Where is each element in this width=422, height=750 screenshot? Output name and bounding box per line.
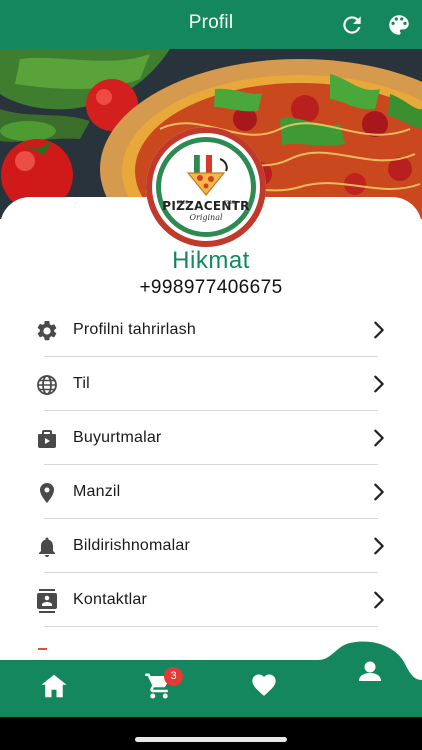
profile-menu: Profilni tahrirlash Til Buyurtmalar Manz…: [0, 303, 422, 627]
menu-label: Kontaktlar: [73, 591, 148, 608]
divider: [44, 626, 378, 627]
menu-label: Buyurtmalar: [73, 429, 162, 446]
menu-label: Bildirishnomalar: [73, 537, 191, 554]
menu-item-orders[interactable]: Buyurtmalar: [0, 411, 422, 465]
user-phone: +998977406675: [139, 277, 283, 298]
bell-icon: [39, 537, 55, 557]
orders-icon: [38, 430, 56, 448]
heart-icon: [252, 674, 276, 696]
user-name: Hikmat: [172, 247, 250, 274]
nav-home-button[interactable]: [39, 671, 69, 701]
home-indicator[interactable]: [135, 737, 287, 742]
logo-badge: 2020 2018 PIZZACENTR Original: [156, 137, 256, 237]
chevron-right-icon: [374, 321, 384, 339]
pizza-logo-icon: [186, 154, 228, 196]
logo-year-right: 2018: [223, 200, 235, 206]
nav-favorites-button[interactable]: [250, 671, 280, 701]
logo-tagline: Original: [189, 212, 223, 222]
menu-label: Profilni tahrirlash: [73, 321, 196, 338]
menu-item-contacts[interactable]: Kontaktlar: [0, 573, 422, 627]
home-icon: [41, 674, 67, 698]
contacts-icon: [37, 589, 57, 613]
menu-item-edit-profile[interactable]: Profilni tahrirlash: [0, 303, 422, 357]
menu-label: Til: [73, 375, 90, 392]
refresh-icon: [343, 16, 361, 34]
cart-count-badge: 3: [164, 667, 183, 686]
nav-profile-button[interactable]: [347, 649, 393, 695]
refresh-button[interactable]: [339, 12, 365, 38]
gear-icon: [37, 320, 57, 341]
app-bar: Profil: [0, 0, 422, 49]
menu-item-notifications[interactable]: Bildirishnomalar: [0, 519, 422, 573]
chevron-right-icon: [374, 429, 384, 447]
person-icon: [359, 661, 381, 681]
brand-logo: 2020 2018 PIZZACENTR Original: [146, 127, 266, 247]
system-bar: [0, 717, 422, 750]
chevron-right-icon: [374, 537, 384, 555]
chevron-right-icon: [374, 483, 384, 501]
chevron-right-icon: [374, 375, 384, 393]
globe-icon: [37, 375, 57, 395]
theme-button[interactable]: [386, 12, 412, 38]
chevron-right-icon: [374, 591, 384, 609]
menu-item-address[interactable]: Manzil: [0, 465, 422, 519]
palette-icon: [389, 15, 409, 35]
menu-label: Manzil: [73, 483, 121, 500]
menu-item-language[interactable]: Til: [0, 357, 422, 411]
logo-year-left: 2020: [177, 200, 189, 206]
location-pin-icon: [40, 483, 54, 503]
